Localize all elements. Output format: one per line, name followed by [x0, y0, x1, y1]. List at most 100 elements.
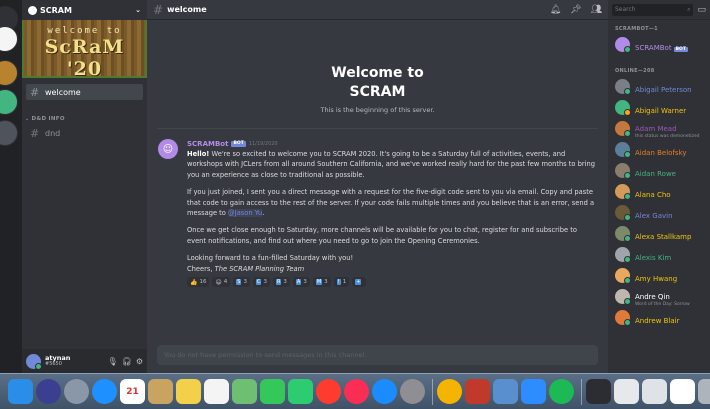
preview-icon[interactable]	[493, 379, 518, 404]
gear-icon[interactable]: ⚙	[136, 357, 143, 366]
reaction-button[interactable]: S3	[233, 277, 250, 288]
photobooth-icon[interactable]	[465, 379, 490, 404]
user-info[interactable]: atynan #5650	[45, 355, 104, 367]
pin-icon[interactable]: 📌︎	[570, 5, 581, 15]
launchpad-icon[interactable]	[64, 379, 89, 404]
member-item[interactable]: Alexis Kim	[608, 244, 710, 265]
bot-avatar-icon[interactable]: ☺	[158, 139, 178, 159]
member-item[interactable]: Adam Mead this status was demonetized	[608, 118, 710, 139]
member-text: Alana Cho	[635, 183, 671, 201]
reaction-emoji: 😄	[215, 278, 222, 286]
member-text: Aidan Rowe	[635, 162, 676, 180]
member-item[interactable]: Alana Cho	[608, 181, 710, 202]
member-item[interactable]: Alexa Stallkamp	[608, 223, 710, 244]
bot-badge: BOT	[673, 46, 688, 52]
online-members: Abigail Peterson Abigail Warner Adam Mead t…	[608, 76, 710, 328]
safari-icon[interactable]	[92, 379, 117, 404]
reaction-button[interactable]: R3	[272, 277, 290, 288]
avatar	[615, 142, 631, 158]
chrome-icon[interactable]	[437, 379, 462, 404]
stickies-icon[interactable]	[176, 379, 201, 404]
member-item[interactable]: Andrew Blair	[608, 307, 710, 328]
member-item[interactable]: Andre Qin Word of the Day: Sorrow	[608, 286, 710, 307]
reaction-emoji: C	[255, 279, 262, 286]
member-item[interactable]: Amy Hwang	[608, 265, 710, 286]
notes-icon[interactable]	[148, 379, 173, 404]
zoom-icon[interactable]	[521, 379, 546, 404]
member-name: Adam Mead	[635, 125, 677, 134]
members-icon[interactable]: 👥︎	[591, 5, 602, 15]
macos-dock: 21	[0, 373, 710, 409]
chevron-down-icon[interactable]: ⌄	[135, 6, 141, 14]
member-text: Alexa Stallkamp	[635, 225, 691, 243]
trash-icon[interactable]	[698, 379, 710, 404]
bell-icon[interactable]: 🔔︎	[550, 5, 561, 15]
message-paragraph: Hello! We're so excited to welcome you t…	[187, 149, 596, 180]
siri-icon[interactable]	[36, 379, 61, 404]
member-item[interactable]: Aidan Rowe	[608, 160, 710, 181]
message: ☺ SCRAMBot BOT 11/19/2020 Hello! We're s…	[147, 129, 608, 288]
search-input[interactable]: Search ⌕	[612, 3, 694, 16]
reaction-button[interactable]: C3	[252, 277, 270, 288]
member-name: Alexa Stallkamp	[635, 232, 692, 241]
member-item[interactable]: SCRAMBot BOT	[608, 34, 710, 55]
message-text: Looking forward to a fun-filled Saturday…	[187, 254, 354, 263]
banner-main-text: ScRaM '20	[44, 36, 125, 80]
avatar	[615, 205, 631, 221]
reaction-button[interactable]: ! 1	[333, 277, 350, 288]
spotify-icon[interactable]	[549, 379, 574, 404]
server-icon[interactable]	[0, 26, 18, 52]
reaction-count: 3	[263, 279, 267, 286]
reaction-emoji: !	[336, 279, 341, 286]
settings-icon[interactable]	[400, 379, 425, 404]
headphones-icon[interactable]: 🎧︎	[122, 357, 132, 366]
avatar[interactable]	[26, 353, 42, 370]
member-list: Search ⌕ ▭ SCRAMBOT—1 SCRAMBot BOT ONLINE…	[608, 0, 710, 373]
dock-separator	[432, 378, 433, 405]
server-icon[interactable]	[0, 60, 18, 86]
member-item[interactable]: Abigail Peterson	[608, 76, 710, 97]
category-dnd-info[interactable]: ⌄ D&D INFO	[25, 113, 147, 125]
welcome-title-line1: Welcome to	[331, 65, 424, 81]
reaction-button[interactable]: 👍 16	[187, 277, 210, 288]
member-item[interactable]: Abigail Warner	[608, 97, 710, 118]
music-icon[interactable]	[344, 379, 369, 404]
member-groups: SCRAMBOT—1 SCRAMBot BOT ONLINE—208 Abigai…	[608, 22, 710, 328]
inbox-icon[interactable]: ▭	[697, 5, 706, 15]
avatar	[615, 289, 631, 305]
message-text: Once we get close enough to Saturday, mo…	[187, 226, 577, 245]
reaction-button[interactable]: 😄 4	[212, 277, 231, 288]
message-text: .	[262, 209, 265, 218]
finder-icon[interactable]	[8, 379, 33, 404]
facetime-icon[interactable]	[288, 379, 313, 404]
calendar-icon[interactable]: 21	[120, 379, 145, 404]
member-text: Aidan Belofsky	[635, 141, 687, 159]
news-icon[interactable]	[316, 379, 341, 404]
mute-microphone-icon[interactable]: 🎙︎	[108, 357, 118, 366]
window-thumb-2-icon[interactable]	[614, 379, 639, 404]
photos-icon[interactable]	[232, 379, 257, 404]
reaction-count: 16	[199, 279, 207, 286]
message-signature: The SCRAM Planning Team	[214, 264, 305, 273]
appstore-icon[interactable]	[372, 379, 397, 404]
reaction-emoji: +	[355, 279, 362, 286]
channel-dnd[interactable]: # dnd	[26, 125, 143, 141]
reaction-button[interactable]: A3	[292, 277, 310, 288]
server-icon[interactable]	[0, 89, 18, 115]
member-item[interactable]: Alex Gavin	[608, 202, 710, 223]
messages-icon[interactable]	[260, 379, 285, 404]
reaction-button[interactable]: +	[352, 277, 367, 288]
server-icon[interactable]	[0, 120, 18, 146]
member-item[interactable]: Aidan Belofsky	[608, 139, 710, 160]
reaction-count: 3	[303, 279, 307, 286]
message-author[interactable]: SCRAMBot	[187, 140, 228, 148]
window-thumb-4-icon[interactable]	[670, 379, 695, 404]
reminders-icon[interactable]	[204, 379, 229, 404]
channel-welcome[interactable]: # welcome	[26, 84, 143, 100]
server-header[interactable]: SCRAM ⌄	[22, 0, 147, 20]
window-thumb-1-icon[interactable]	[586, 379, 611, 404]
member-name: Aidan Belofsky	[635, 148, 687, 157]
window-thumb-3-icon[interactable]	[642, 379, 667, 404]
reaction-button[interactable]: M3	[312, 277, 331, 288]
user-mention[interactable]: @Jason Yu	[228, 209, 263, 218]
